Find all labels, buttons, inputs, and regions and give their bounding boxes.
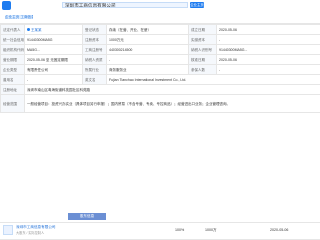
cell-value: 91440300MA5G... (216, 44, 320, 55)
cell-label: 工商注册号 (82, 44, 107, 55)
table-row: 经营范围 一般经营项目：投资兴办实业（具体项目另行申报）；国内贸易（不含专营、专… (0, 94, 320, 113)
cell-value: 440300214500 (106, 44, 189, 55)
cell-value: 2020-05-06 至 无固定期限 (24, 54, 83, 65)
shareholder-company-link[interactable]: 深圳市工商信息有限公司 (16, 225, 56, 230)
table-row: 注册地址 深圳市南山区粤海街道科技园社区科苑路 (0, 84, 320, 95)
tab-shareholders[interactable]: 股东信息 (68, 213, 106, 220)
table-row: 曾用名 - 英文名 Fujian Tianchao International … (0, 74, 320, 85)
shareholder-section: 股东信息 深圳市工商信息有限公司 大股东 / 实际控制人 100% 1000万 … (0, 213, 320, 240)
cell-label: 曾用名 (0, 74, 25, 85)
check-icon (27, 28, 30, 32)
cell-label: 核准日期 (188, 54, 217, 65)
cell-label: 法定代表人 (0, 24, 25, 35)
cell-value: 王某某 (24, 24, 83, 35)
cell-value: 有限责任公司 (24, 64, 83, 75)
cell-label: 经营范围 (0, 94, 25, 113)
table-row: 营业期限 2020-05-06 至 无固定期限 纳税人资质 - 核准日期 202… (0, 54, 320, 65)
cell-value: 商务服务业 (106, 64, 189, 75)
cell-value: 91440300MA5G (24, 34, 83, 45)
business-scope: 一般经营项目：投资兴办实业（具体项目另行申报）；国内贸易（不含专营、专卖、专控商… (24, 94, 320, 113)
shareholder-sub: 大股东 / 实际控制人 (16, 231, 45, 235)
cell-value: - (216, 64, 320, 75)
shareholder-amount: 1000万 (205, 228, 217, 232)
cell-value: - (24, 74, 83, 85)
cell-value: - (106, 54, 189, 65)
cell-value: 2020-05-06 (216, 24, 320, 35)
cell-label: 统一社会信用代码 (0, 34, 25, 45)
fav-label: 企业主页 工商信息 (5, 15, 33, 19)
cell-label: 所属行业 (82, 64, 107, 75)
brand-tag-button[interactable]: 企业主页 (190, 2, 204, 8)
cell-value: Fujian Tianchao International Investment… (106, 74, 320, 85)
cell-label: 纳税人识别号 (188, 44, 217, 55)
table-row: 法定代表人 王某某 登记状态 存续（在营、开业、在册） 成立日期 2020-05… (0, 24, 320, 35)
cell-label: 成立日期 (188, 24, 217, 35)
registered-address: 深圳市南山区粤海街道科技园社区科苑路 (24, 84, 320, 95)
table-row: 统一社会信用代码 91440300MA5G 注册资本 1000万元 实缴资本 - (0, 34, 320, 45)
cell-label: 组织机构代码 (0, 44, 25, 55)
cell-value: 存续（在营、开业、在册） (106, 24, 189, 35)
shareholder-ratio: 100% (175, 228, 185, 232)
company-logo-icon (3, 225, 13, 235)
table-row: 组织机构代码 MA5G... 工商注册号 440300214500 纳税人识别号… (0, 44, 320, 55)
legal-rep-link[interactable]: 王某某 (31, 28, 42, 32)
cell-label: 企业类型 (0, 64, 25, 75)
cell-value: 2020-05-06 (216, 54, 320, 65)
cell-label: 纳税人资质 (82, 54, 107, 65)
cell-label: 注册资本 (82, 34, 107, 45)
company-name-box[interactable]: 深圳市工商信息有限公司 (62, 2, 188, 8)
shareholder-date: 2020-05-06 (270, 228, 289, 232)
app-icon[interactable] (2, 1, 11, 10)
cell-label: 英文名 (82, 74, 107, 85)
cell-label: 实缴资本 (188, 34, 217, 45)
cell-label: 参保人数 (188, 64, 217, 75)
list-item: 深圳市工商信息有限公司 大股东 / 实际控制人 100% 1000万 2020-… (0, 222, 320, 240)
top-bar: 企业主页 工商信息 深圳市工商信息有限公司 企业主页 (0, 0, 320, 24)
cell-label: 登记状态 (82, 24, 107, 35)
cell-value: 1000万元 (106, 34, 189, 45)
cell-label: 营业期限 (0, 54, 25, 65)
business-info-table: 法定代表人 王某某 登记状态 存续（在营、开业、在册） 成立日期 2020-05… (0, 24, 320, 113)
cell-label: 注册地址 (0, 84, 25, 95)
table-row: 企业类型 有限责任公司 所属行业 商务服务业 参保人数 - (0, 64, 320, 75)
cell-value: - (216, 34, 320, 45)
cell-value: MA5G... (24, 44, 83, 55)
